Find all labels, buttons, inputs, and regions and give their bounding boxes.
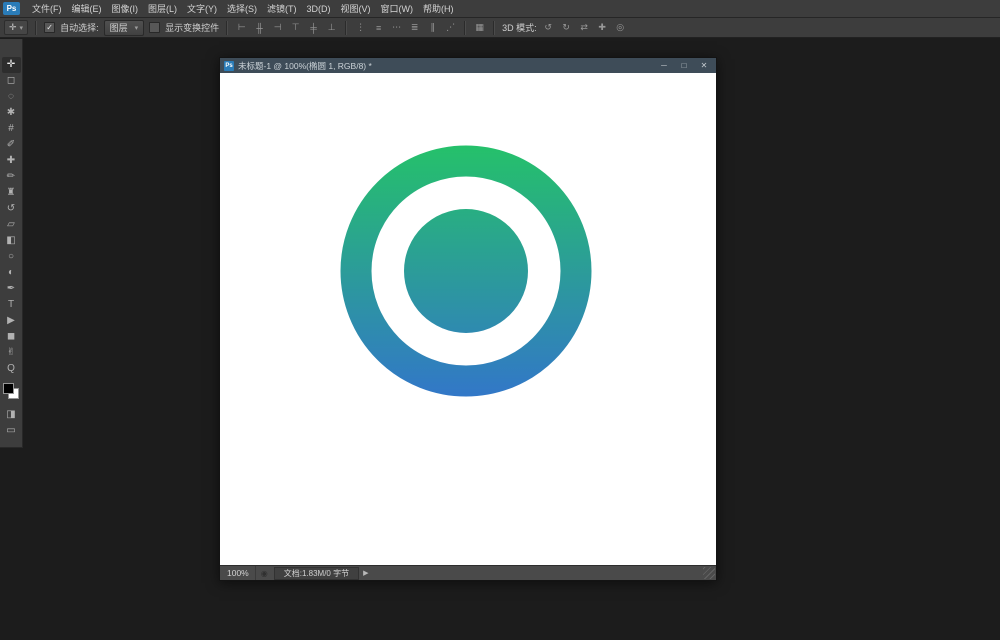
- show-transform-label: 显示变换控件: [165, 21, 219, 34]
- chevron-down-icon: ▾: [20, 24, 24, 32]
- 3d-scale-icon[interactable]: ◎: [614, 22, 627, 33]
- window-buttons: ─ □ ✕: [659, 61, 712, 70]
- clone-stamp-tool-icon[interactable]: ♜: [2, 185, 21, 201]
- auto-select-target-dropdown[interactable]: 图层 ▾: [104, 20, 145, 36]
- 3d-rotate-icon[interactable]: ↺: [542, 22, 555, 33]
- move-tool-icon[interactable]: ✛: [2, 57, 21, 73]
- auto-align-layers-icon[interactable]: ▦: [473, 22, 486, 33]
- 3d-drag-icon[interactable]: ⇄: [578, 22, 591, 33]
- align-vertical-centers-icon[interactable]: ╪: [307, 23, 320, 33]
- dodge-tool-icon[interactable]: ◐: [2, 265, 21, 281]
- status-circle-icon: ◉: [261, 569, 268, 578]
- blur-tool-icon[interactable]: ○: [2, 249, 21, 265]
- path-selection-tool-icon[interactable]: ▶: [2, 313, 21, 329]
- 3d-mode-label: 3D 模式:: [502, 21, 537, 34]
- hand-tool-icon[interactable]: ✌: [2, 345, 21, 361]
- show-transform-checkbox[interactable]: [149, 22, 160, 33]
- distribute-horizontal-centers-icon[interactable]: ∥: [426, 22, 439, 33]
- status-popup-arrow-icon[interactable]: ▶: [363, 569, 368, 577]
- spot-healing-brush-tool-icon[interactable]: ✚: [2, 153, 21, 169]
- menu-item-edit[interactable]: 编辑(E): [67, 0, 107, 17]
- brush-tool-icon[interactable]: ✏: [2, 169, 21, 185]
- move-tool-icon: ✛: [9, 22, 17, 33]
- color-swatches: [3, 383, 19, 399]
- foreground-color-swatch[interactable]: [3, 383, 14, 394]
- menu-item-view[interactable]: 视图(V): [336, 0, 376, 17]
- menu-bar: Ps 文件(F) 编辑(E) 图像(I) 图层(L) 文字(Y) 选择(S) 滤…: [0, 0, 1000, 18]
- logo-artwork: [220, 73, 716, 567]
- distribute-left-edges-icon[interactable]: ≣: [408, 22, 421, 33]
- lasso-tool-icon[interactable]: ◌: [2, 89, 21, 105]
- menu-item-layer[interactable]: 图层(L): [143, 0, 182, 17]
- tool-preset-picker[interactable]: ✛ ▾: [4, 20, 28, 35]
- align-right-edges-icon[interactable]: ⊣: [271, 22, 284, 33]
- distribute-bottom-edges-icon[interactable]: ⋯: [390, 22, 403, 33]
- separator: [493, 21, 495, 35]
- rectangular-marquee-tool-icon[interactable]: ◻: [2, 73, 21, 89]
- document-status-bar: 100% ◉ 文档:1.83M/0 字节 ▶: [220, 565, 716, 580]
- separator: [35, 21, 37, 35]
- distribute-right-edges-icon[interactable]: ⋰: [444, 22, 457, 33]
- history-brush-tool-icon[interactable]: ↺: [2, 201, 21, 217]
- document-window: Ps 未标题-1 @ 100%(椭圆 1, RGB/8) * ─ □ ✕ 100…: [219, 57, 717, 581]
- distribute-top-edges-icon[interactable]: ⋮: [354, 22, 367, 33]
- distribute-vertical-centers-icon[interactable]: ≡: [372, 23, 385, 33]
- zoom-level-field[interactable]: 100%: [220, 566, 256, 580]
- menu-item-type[interactable]: 文字(Y): [182, 0, 222, 17]
- maximize-button[interactable]: □: [679, 61, 689, 70]
- eraser-tool-icon[interactable]: ▱: [2, 217, 21, 233]
- window-resize-grip[interactable]: [703, 567, 715, 579]
- quick-selection-tool-icon[interactable]: ✱: [2, 105, 21, 121]
- 3d-slide-icon[interactable]: ✚: [596, 22, 609, 33]
- separator: [345, 21, 347, 35]
- tool-bar: ✛ ◻ ◌ ✱ # ✐ ✚ ✏ ♜ ↺ ▱ ◧ ○ ◐ ✒ T ▶ ◼ ✌ Q …: [0, 39, 23, 448]
- document-file-icon: Ps: [224, 61, 234, 71]
- menu-item-select[interactable]: 选择(S): [222, 0, 262, 17]
- close-button[interactable]: ✕: [699, 61, 709, 70]
- photoshop-logo-icon: Ps: [3, 2, 20, 15]
- logo-inner-circle: [404, 209, 528, 333]
- document-title: 未标题-1 @ 100%(椭圆 1, RGB/8) *: [238, 60, 372, 72]
- menu-item-window[interactable]: 窗口(W): [376, 0, 419, 17]
- crop-tool-icon[interactable]: #: [2, 121, 21, 137]
- zoom-tool-icon[interactable]: Q: [2, 361, 21, 377]
- canvas[interactable]: [220, 73, 716, 567]
- gradient-tool-icon[interactable]: ◧: [2, 233, 21, 249]
- document-title-bar[interactable]: Ps 未标题-1 @ 100%(椭圆 1, RGB/8) * ─ □ ✕: [220, 58, 716, 73]
- menu-item-file[interactable]: 文件(F): [27, 0, 67, 17]
- pen-tool-icon[interactable]: ✒: [2, 281, 21, 297]
- align-left-edges-icon[interactable]: ⊢: [235, 22, 248, 33]
- document-size-info[interactable]: 文档:1.83M/0 字节: [274, 567, 359, 580]
- menu-item-help[interactable]: 帮助(H): [418, 0, 459, 17]
- separator: [464, 21, 466, 35]
- align-horizontal-centers-icon[interactable]: ╫: [253, 23, 266, 33]
- menu-item-image[interactable]: 图像(I): [107, 0, 144, 17]
- eyedropper-tool-icon[interactable]: ✐: [2, 137, 21, 153]
- rectangle-tool-icon[interactable]: ◼: [2, 329, 21, 345]
- auto-select-target-value: 图层: [110, 21, 128, 34]
- menu-item-3d[interactable]: 3D(D): [302, 0, 336, 17]
- 3d-roll-icon[interactable]: ↻: [560, 22, 573, 33]
- auto-select-checkbox[interactable]: ✓: [44, 22, 55, 33]
- auto-select-label: 自动选择:: [60, 21, 99, 34]
- chevron-down-icon: ▾: [135, 24, 139, 32]
- align-top-edges-icon[interactable]: ⊤: [289, 22, 302, 33]
- minimize-button[interactable]: ─: [659, 61, 669, 70]
- screen-mode-icon[interactable]: ▭: [2, 423, 21, 439]
- separator: [226, 21, 228, 35]
- options-bar: ✛ ▾ ✓ 自动选择: 图层 ▾ 显示变换控件 ⊢ ╫ ⊣ ⊤ ╪ ⊥ ⋮ ≡ …: [0, 18, 1000, 38]
- align-bottom-edges-icon[interactable]: ⊥: [325, 22, 338, 33]
- menu-item-filter[interactable]: 滤镜(T): [262, 0, 302, 17]
- quick-mask-icon[interactable]: ◨: [2, 407, 21, 423]
- type-tool-icon[interactable]: T: [2, 297, 21, 313]
